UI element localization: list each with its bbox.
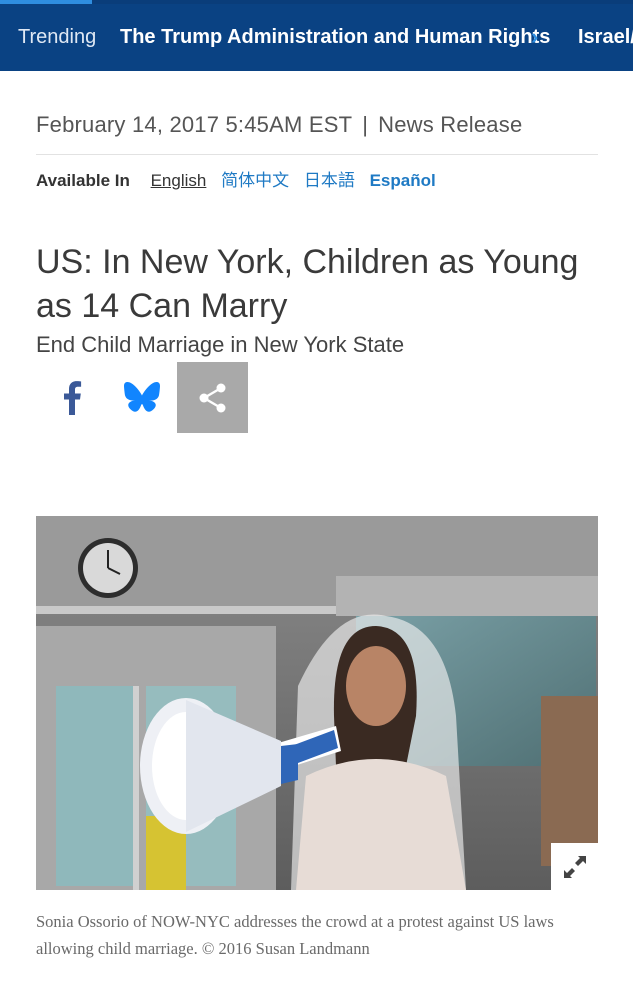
trending-link-trump-administration[interactable]: The Trump Administration and Human Right… xyxy=(120,26,550,49)
language-link-spanish[interactable]: Español xyxy=(370,171,436,190)
more-share-button[interactable] xyxy=(177,362,248,433)
available-in-label: Available In xyxy=(36,171,130,190)
expand-icon xyxy=(563,855,586,878)
meta-separator: | xyxy=(362,112,369,137)
chevron-right-icon: › xyxy=(531,24,539,49)
language-link-english[interactable]: English xyxy=(151,171,207,190)
facebook-share-button[interactable] xyxy=(36,362,107,433)
trending-link-israel[interactable]: Israel/ xyxy=(578,26,633,49)
bluesky-share-button[interactable] xyxy=(106,362,177,433)
language-selector: Available In English 简体中文 日本語 Español xyxy=(36,166,446,191)
protest-photo-illustration xyxy=(36,516,598,890)
photo-caption: Sonia Ossorio of NOW-NYC addresses the c… xyxy=(36,912,554,958)
trending-label: Trending xyxy=(18,26,97,48)
article-meta: February 14, 2017 5:45AM EST | News Releas… xyxy=(36,112,522,138)
page-subtitle: End Child Marriage in New York State xyxy=(36,332,405,357)
language-link-chinese[interactable]: 简体中文 xyxy=(221,171,289,190)
divider xyxy=(36,154,598,155)
trending-bar: Trending The Trump Administration and Hu… xyxy=(0,4,633,71)
facebook-icon xyxy=(63,380,81,415)
language-link-japanese[interactable]: 日本語 xyxy=(304,171,355,190)
page-title: US: In New York, Children as Young as 14… xyxy=(36,243,579,325)
article-photo xyxy=(36,516,598,890)
bluesky-icon xyxy=(123,381,160,412)
share-icon xyxy=(199,383,225,412)
article-type: News Release xyxy=(378,112,523,137)
publish-date: February 14, 2017 5:45AM EST xyxy=(36,112,353,137)
expand-image-button[interactable] xyxy=(551,843,598,890)
